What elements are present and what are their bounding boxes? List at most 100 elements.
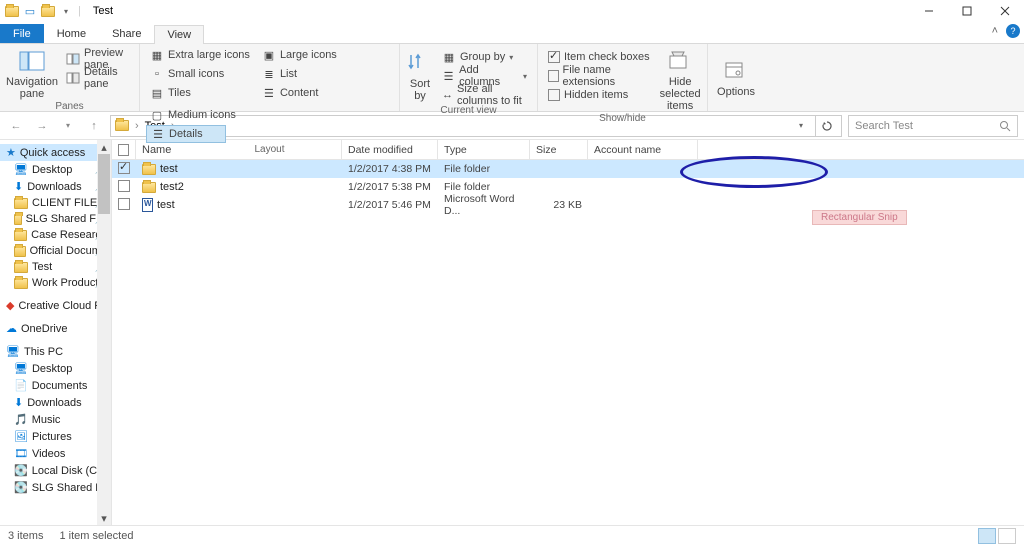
options-button[interactable]: Options xyxy=(714,46,758,109)
file-name: test2 xyxy=(160,181,184,193)
nav-item[interactable]: Work Product📌 xyxy=(0,275,111,291)
details-pane-button[interactable]: Details pane xyxy=(62,69,133,87)
tab-share[interactable]: Share xyxy=(99,24,154,43)
hide-selected-button[interactable]: Hide selected items xyxy=(659,46,701,112)
layout-large[interactable]: ▣Large icons xyxy=(258,46,341,64)
file-type: File folder xyxy=(438,181,530,193)
title-bar: ▭ ▾ | Test xyxy=(0,0,1024,22)
scroll-thumb[interactable] xyxy=(98,154,110,214)
tab-view[interactable]: View xyxy=(154,25,204,44)
row-checkbox[interactable] xyxy=(118,180,130,192)
layout-medium[interactable]: ▢Medium icons xyxy=(146,106,240,124)
column-name[interactable]: Name xyxy=(136,140,342,159)
tab-home[interactable]: Home xyxy=(44,24,99,43)
navigation-pane: ★Quick access 🖥Desktop📌⬇Downloads📌CLIENT… xyxy=(0,140,112,525)
column-account[interactable]: Account name xyxy=(588,140,698,159)
row-checkbox[interactable] xyxy=(118,198,130,210)
nav-item[interactable]: 💽Local Disk (C:) xyxy=(0,462,111,479)
file-modified: 1/2/2017 4:38 PM xyxy=(342,163,438,175)
file-modified: 1/2/2017 5:46 PM xyxy=(342,199,438,211)
column-headers: Name Date modified Type Size Account nam… xyxy=(112,140,1024,160)
file-type: File folder xyxy=(438,163,530,175)
status-item-count: 3 items xyxy=(8,530,43,542)
nav-creative-cloud[interactable]: ◆Creative Cloud Fil xyxy=(0,297,111,314)
nav-item[interactable]: Official Docume📌 xyxy=(0,243,111,259)
nav-item[interactable]: 🎵Music xyxy=(0,411,111,428)
nav-item[interactable]: 💽SLG Shared Fold xyxy=(0,479,111,496)
layout-tiles[interactable]: ▤Tiles xyxy=(146,84,254,102)
nav-item[interactable]: 📄Documents xyxy=(0,377,111,394)
navigation-pane-label: Navigation pane xyxy=(6,76,58,100)
file-name: test xyxy=(160,163,178,175)
word-doc-icon xyxy=(142,198,153,212)
nav-item[interactable]: CLIENT FILES📌 xyxy=(0,195,111,211)
recent-locations-button[interactable]: ▾ xyxy=(58,116,78,136)
nav-quick-access[interactable]: ★Quick access xyxy=(0,144,111,161)
folder-icon xyxy=(142,182,156,193)
new-folder-icon[interactable] xyxy=(40,3,56,19)
help-icon[interactable]: ? xyxy=(1006,24,1020,38)
nav-item[interactable]: 🎞Videos xyxy=(0,445,111,462)
file-row[interactable]: test2 1/2/2017 5:38 PM File folder xyxy=(112,178,1024,196)
nav-item[interactable]: Test📌 xyxy=(0,259,111,275)
search-input[interactable]: Search Test xyxy=(848,115,1018,137)
hidden-items-toggle[interactable]: Hidden items xyxy=(544,86,655,104)
search-icon xyxy=(999,120,1011,132)
file-list: Name Date modified Type Size Account nam… xyxy=(112,140,1024,525)
minimize-button[interactable] xyxy=(910,0,948,22)
nav-item[interactable]: ⬇Downloads📌 xyxy=(0,178,111,195)
file-type: Microsoft Word D... xyxy=(438,193,530,217)
file-modified: 1/2/2017 5:38 PM xyxy=(342,181,438,193)
layout-small[interactable]: ▫Small icons xyxy=(146,65,254,83)
group-currentview-label: Current view xyxy=(406,104,531,117)
qat-dropdown-icon[interactable]: ▾ xyxy=(58,3,74,19)
scroll-up-icon[interactable]: ▴ xyxy=(97,140,111,154)
tab-file[interactable]: File xyxy=(0,24,44,43)
annotation-snip-label: Rectangular Snip xyxy=(812,210,907,225)
navigation-pane-button[interactable]: Navigation pane xyxy=(6,46,58,100)
address-dropdown-icon[interactable]: ▾ xyxy=(791,116,811,136)
status-bar: 3 items 1 item selected xyxy=(0,525,1024,545)
up-button[interactable]: ↑ xyxy=(84,116,104,136)
group-panes-label: Panes xyxy=(6,100,133,113)
nav-item[interactable]: 🖼Pictures xyxy=(0,428,111,445)
properties-icon[interactable]: ▭ xyxy=(22,3,38,19)
file-extensions-toggle[interactable]: File name extensions xyxy=(544,67,655,85)
file-row[interactable]: test 1/2/2017 4:38 PM File folder xyxy=(112,160,1024,178)
size-columns-button[interactable]: ↔Size all columns to fit xyxy=(438,86,531,104)
nav-item[interactable]: Case Research📌 xyxy=(0,227,111,243)
refresh-button[interactable] xyxy=(815,115,837,137)
column-size[interactable]: Size xyxy=(530,140,588,159)
nav-item[interactable]: SLG Shared F…📌 xyxy=(0,211,111,227)
nav-scrollbar[interactable]: ▴ ▾ xyxy=(97,140,111,525)
nav-this-pc[interactable]: 🖥This PC xyxy=(0,343,111,360)
back-button[interactable]: ← xyxy=(6,116,26,136)
scroll-down-icon[interactable]: ▾ xyxy=(97,511,111,525)
nav-item[interactable]: 🖥Desktop xyxy=(0,360,111,377)
layout-list[interactable]: ≣List xyxy=(258,65,341,83)
column-type[interactable]: Type xyxy=(438,140,530,159)
ribbon-collapse-icon[interactable]: ˄ xyxy=(992,25,998,37)
column-modified[interactable]: Date modified xyxy=(342,140,438,159)
nav-item[interactable]: ⬇Downloads xyxy=(0,394,111,411)
close-button[interactable] xyxy=(986,0,1024,22)
row-checkbox[interactable] xyxy=(118,162,130,174)
folder-icon xyxy=(142,164,156,175)
nav-onedrive[interactable]: ☁OneDrive xyxy=(0,320,111,337)
chevron-right-icon[interactable]: › xyxy=(133,120,141,132)
view-details-button[interactable] xyxy=(978,528,996,544)
checkbox-column[interactable] xyxy=(112,140,136,159)
group-showhide-label: Show/hide xyxy=(544,112,701,125)
forward-button[interactable]: → xyxy=(32,116,52,136)
layout-extralarge[interactable]: ▦Extra large icons xyxy=(146,46,254,64)
nav-item[interactable]: 🖥Desktop📌 xyxy=(0,161,111,178)
window-title: Test xyxy=(93,5,113,17)
layout-content[interactable]: ☰Content xyxy=(258,84,341,102)
maximize-button[interactable] xyxy=(948,0,986,22)
file-name: test xyxy=(157,199,175,211)
file-size: 23 KB xyxy=(530,199,588,211)
view-thumbnails-button[interactable] xyxy=(998,528,1016,544)
ribbon: Navigation pane Preview pane Details pan… xyxy=(0,44,1024,112)
sort-by-button[interactable]: Sort by xyxy=(406,46,434,104)
folder-icon xyxy=(4,3,20,19)
